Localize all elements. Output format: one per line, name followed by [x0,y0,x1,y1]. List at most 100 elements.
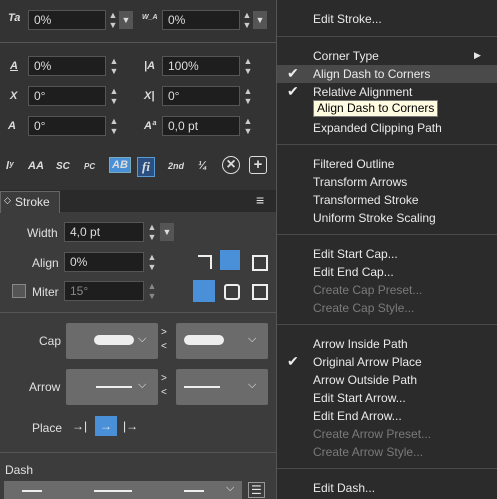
baseline-shift-icon: A [10,60,18,72]
menu-item-corner-type[interactable]: Corner Type [313,49,379,63]
arrow-label: Arrow [29,380,61,394]
menu-item-edit-dash[interactable]: Edit Dash... [313,481,375,495]
menu-item-uniform-stroke-scaling[interactable]: Uniform Stroke Scaling [313,211,436,225]
tooltip: Align Dash to Corners [313,100,439,117]
miter-stepper[interactable]: ▲ ▼ [146,281,158,301]
dash-pattern-select[interactable]: ⌵ [4,481,242,499]
menu-item-transformed-stroke[interactable]: Transformed Stroke [313,193,419,207]
ordinal-button[interactable]: 2nd [168,161,184,171]
align-inside-icon[interactable] [198,255,212,269]
horizontal-scale-stepper[interactable]: ▲ ▼ [242,56,254,76]
miter-input[interactable]: 15° [64,281,144,301]
tracking-dropdown[interactable]: ▼ [119,11,133,29]
fraction-button[interactable]: ¼ [198,160,207,172]
width-stepper[interactable]: ▲ ▼ [146,222,158,242]
skew-x-input[interactable]: 0° [28,86,106,106]
chevron-down-icon: ⌵ [138,379,147,391]
ligature-button[interactable]: fi [137,157,155,177]
menu-item-edit-end-arrow[interactable]: Edit End Arrow... [313,409,402,423]
menu-item-edit-start-arrow[interactable]: Edit Start Arrow... [313,391,406,405]
dash-label: Dash [5,463,34,477]
swap-arrows-icon[interactable]: > < [161,372,167,400]
clear-icon[interactable]: × [222,156,240,174]
horizontal-scale-input[interactable]: 100% [162,56,240,76]
width-label: Width [27,226,58,240]
petite-caps-button[interactable]: PC [84,162,95,171]
menu-item-relative-alignment[interactable]: Relative Alignment [313,85,412,99]
menu-separator [277,324,497,325]
align-label: Align [32,256,59,270]
align-stepper[interactable]: ▲ ▼ [146,252,158,272]
rotate-input[interactable]: 0° [28,116,106,136]
menu-item-original-arrow-place[interactable]: Original Arrow Place [313,355,422,369]
menu-separator [277,234,497,235]
menu-separator [277,144,497,145]
place-original-icon[interactable]: → [95,416,117,436]
place-inside-icon[interactable]: →| [72,419,87,433]
skew-x-icon: X [10,90,18,102]
width-dropdown[interactable]: ▼ [160,223,174,241]
tracking-input[interactable]: 0% [28,10,106,30]
stroke-tab-label: Stroke [15,195,50,209]
checkmark-icon: ✔ [287,83,299,99]
baseline-shift-stepper[interactable]: ▲ ▼ [108,56,120,76]
skew-x-stepper[interactable]: ▲ ▼ [108,86,120,106]
width-input[interactable]: 4,0 pt [64,222,144,242]
menu-item-filtered-outline[interactable]: Filtered Outline [313,157,394,171]
menu-item-align-dash-to-corners[interactable]: Align Dash to Corners [313,67,430,81]
chevron-down-icon: ⌵ [248,333,257,345]
all-caps-button[interactable]: AA [28,160,44,172]
tracking-stepper[interactable]: ▲ ▼ [107,10,119,30]
cap-label: Cap [39,334,62,348]
menu-item-edit-stroke[interactable]: Edit Stroke... [313,12,382,26]
word-spacing-input[interactable]: 0% [162,10,240,30]
menu-item-edit-start-cap[interactable]: Edit Start Cap... [313,247,398,261]
dash-segment [94,490,132,492]
dash-settings-icon[interactable]: ☰ [248,482,265,498]
menu-item-edit-end-cap[interactable]: Edit End Cap... [313,265,394,279]
menu-item-arrow-inside-path[interactable]: Arrow Inside Path [313,337,408,351]
align-outside-icon[interactable] [252,255,268,271]
menu-item-transform-arrows[interactable]: Transform Arrows [313,175,407,189]
rotate-icon: A [8,120,16,132]
word-spacing-icon: W_A [142,14,158,21]
divider [0,42,276,43]
cap-shape [184,335,224,345]
stroke-tab[interactable]: ◇ Stroke [0,191,60,213]
add-icon[interactable]: + [249,156,267,174]
join-bevel-icon[interactable] [252,284,268,300]
menu-item-create-cap-preset: Create Cap Preset... [313,283,423,297]
miter-checkbox[interactable] [12,284,26,298]
swap-caps-icon[interactable]: > < [161,326,167,354]
small-caps-button[interactable]: SC [56,161,70,172]
place-label: Place [32,421,63,435]
join-miter-icon[interactable] [193,280,215,302]
rotate-stepper[interactable]: ▲ ▼ [108,116,120,136]
align-input[interactable]: 0% [64,252,144,272]
kerning-icon: Aª [144,120,157,132]
end-cap-select[interactable]: ⌵ [176,323,268,359]
kerning-stepper[interactable]: ▲ ▼ [242,116,254,136]
place-outside-icon[interactable]: |→ [123,419,138,433]
join-round-icon[interactable] [224,284,240,300]
panel-menu-icon[interactable]: ≡ [256,192,264,208]
skew-y-input[interactable]: 0° [162,86,240,106]
divider [0,452,276,453]
baseline-shift-input[interactable]: 0% [28,56,106,76]
menu-item-create-cap-style: Create Cap Style... [313,301,415,315]
start-arrow-select[interactable]: ⌵ [66,369,158,405]
checkmark-icon: ✔ [287,353,299,369]
end-arrow-select[interactable]: ⌵ [176,369,268,405]
start-cap-select[interactable]: ⌵ [66,323,158,359]
kerning-input[interactable]: 0,0 pt [162,116,240,136]
word-spacing-stepper[interactable]: ▲ ▼ [241,10,253,30]
menu-item-arrow-outside-path[interactable]: Arrow Outside Path [313,373,417,387]
menu-item-expanded-clipping-path[interactable]: Expanded Clipping Path [313,121,442,135]
superscript-icon[interactable]: lʸ [6,160,14,172]
skew-y-stepper[interactable]: ▲ ▼ [242,86,254,106]
submenu-arrow-icon: ▶ [474,50,481,60]
align-center-icon[interactable] [220,250,240,270]
word-spacing-dropdown[interactable]: ▼ [253,11,267,29]
ab-button[interactable]: AB [109,157,131,173]
menu-separator [277,468,497,469]
